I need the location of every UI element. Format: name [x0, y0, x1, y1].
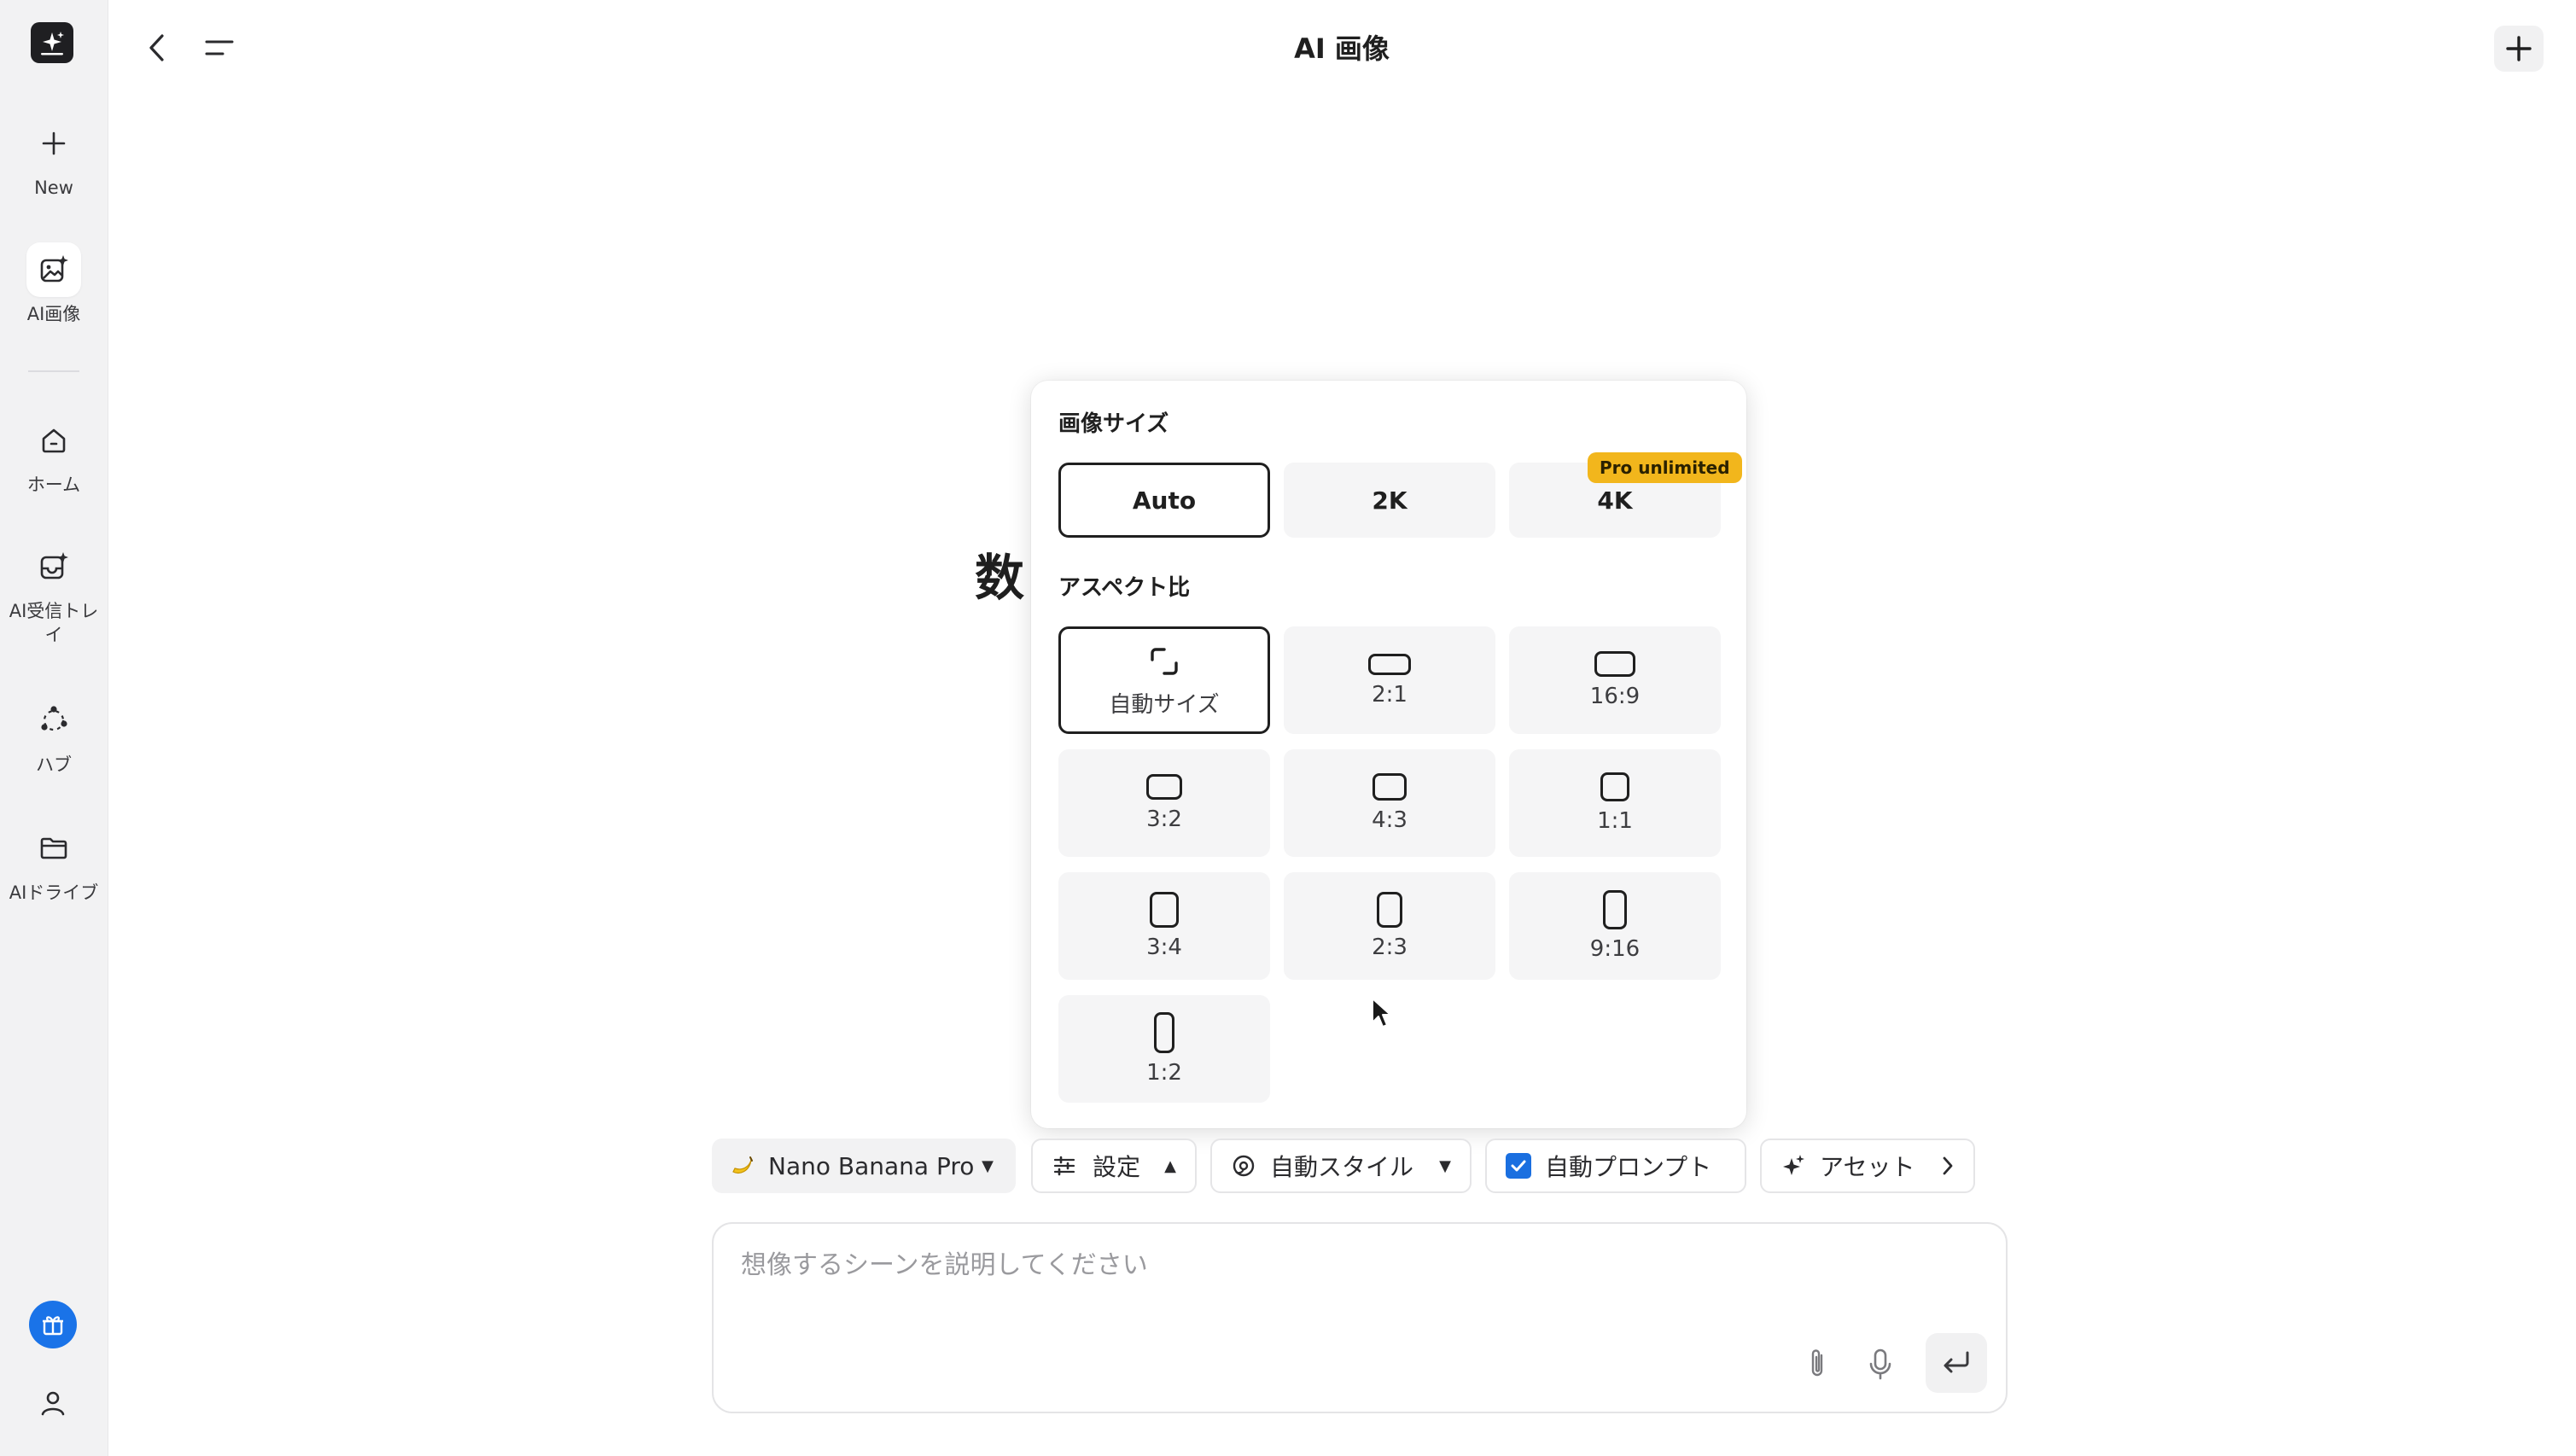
gift-icon[interactable] — [29, 1301, 77, 1348]
sidebar-item-hub[interactable]: ハブ — [0, 693, 108, 777]
ratio-option-auto[interactable]: 自動サイズ — [1058, 626, 1270, 734]
settings-button[interactable]: 設定 ▲ — [1031, 1139, 1197, 1193]
auto-resize-icon — [1145, 643, 1183, 680]
attach-button[interactable] — [1799, 1340, 1837, 1388]
caret-down-icon: ▼ — [1439, 1156, 1451, 1175]
caret-up-icon: ▲ — [1164, 1156, 1176, 1175]
sidebar-item-ai-image[interactable]: AI画像 — [0, 242, 108, 326]
sidebar-divider — [28, 370, 79, 372]
ratio-option-label: 1:1 — [1597, 808, 1633, 834]
assets-button[interactable]: アセット — [1760, 1139, 1975, 1193]
banana-icon — [729, 1153, 755, 1179]
auto-prompt-toggle[interactable]: 自動プロンプト — [1485, 1139, 1746, 1193]
enter-icon — [1940, 1349, 1973, 1377]
ratio-9-16-icon — [1603, 890, 1627, 929]
ratio-option-label: 2:3 — [1372, 935, 1407, 960]
mouse-cursor-icon — [1371, 997, 1393, 1029]
model-name: Nano Banana Pro — [768, 1151, 975, 1180]
image-size-title: 画像サイズ — [1058, 411, 1169, 437]
auto-prompt-label: 自動プロンプト — [1545, 1153, 1712, 1181]
ratio-option-label: 1:2 — [1146, 1060, 1182, 1086]
ratio-option-1-2[interactable]: 1:2 — [1058, 995, 1270, 1103]
prompt-box — [712, 1222, 2008, 1413]
ratio-4-3-icon — [1373, 773, 1407, 801]
send-button[interactable] — [1926, 1333, 1987, 1393]
sidebar-item-ai-drive[interactable]: AIドライブ — [0, 821, 108, 905]
assets-label: アセット — [1820, 1153, 1915, 1181]
aspect-ratio-title: アスペクト比 — [1058, 575, 1191, 601]
microphone-icon — [1868, 1347, 1893, 1381]
pro-unlimited-badge: Pro unlimited — [1588, 452, 1742, 483]
ratio-option-label: 2:1 — [1372, 681, 1407, 708]
folder-icon — [26, 821, 81, 876]
ratio-option-4-3[interactable]: 4:3 — [1284, 749, 1495, 857]
ratio-option-1-1[interactable]: 1:1 — [1509, 749, 1721, 857]
caret-down-icon: ▼ — [982, 1156, 994, 1175]
style-select-button[interactable]: 自動スタイル ▼ — [1210, 1139, 1472, 1193]
ratio-option-16-9[interactable]: 16:9 — [1509, 626, 1721, 734]
style-label: 自動スタイル — [1270, 1153, 1414, 1181]
ratio-3-2-icon — [1146, 774, 1182, 800]
hub-icon — [26, 693, 81, 748]
sidebar-item-home[interactable]: ホーム — [0, 413, 108, 497]
auto-prompt-checkbox[interactable] — [1506, 1153, 1531, 1179]
ratio-option-label: 3:4 — [1146, 935, 1182, 960]
sidebar-item-label: AI画像 — [26, 304, 81, 324]
sidebar-item-label: ホーム — [26, 475, 81, 495]
ratio-option-label: 自動サイズ — [1109, 691, 1220, 718]
sidebar-item-label: AI受信トレイ — [9, 601, 99, 645]
sidebar: New AI画像 ホーム AI受信トレイ ハブ AIドライブ — [0, 0, 108, 1456]
sparkle-icon — [1780, 1153, 1806, 1179]
ai-image-icon — [26, 242, 81, 297]
sidebar-item-label: New — [34, 178, 73, 198]
menu-icon — [204, 37, 235, 59]
ratio-1-2-icon — [1154, 1012, 1174, 1053]
ratio-option-label: 3:2 — [1146, 807, 1182, 832]
ratio-option-3-2[interactable]: 3:2 — [1058, 749, 1270, 857]
back-button[interactable] — [140, 31, 174, 65]
hero-heading: 数 — [975, 549, 1025, 607]
ratio-option-label: 9:16 — [1589, 936, 1641, 962]
model-select-button[interactable]: Nano Banana Pro ▼ — [712, 1139, 1016, 1193]
ratio-option-3-4[interactable]: 3:4 — [1058, 872, 1270, 980]
ratio-option-2-1[interactable]: 2:1 — [1284, 626, 1495, 734]
page-title: AI 画像 — [1294, 32, 1390, 65]
user-profile-icon[interactable] — [34, 1384, 72, 1422]
palette-icon — [1231, 1153, 1256, 1179]
sidebar-item-label: ハブ — [36, 754, 72, 775]
size-option-label: 2K — [1372, 486, 1407, 515]
ratio-option-2-3[interactable]: 2:3 — [1284, 872, 1495, 980]
ratio-2-1-icon — [1368, 653, 1411, 675]
sidebar-item-new[interactable]: New — [0, 116, 108, 200]
voice-input-button[interactable] — [1859, 1340, 1902, 1388]
app-logo-icon[interactable] — [31, 22, 73, 63]
size-option-2k[interactable]: 2K — [1284, 463, 1495, 538]
ratio-3-4-icon — [1150, 892, 1179, 928]
size-option-auto[interactable]: Auto — [1058, 463, 1270, 538]
inbox-icon — [26, 539, 81, 594]
sliders-icon — [1052, 1153, 1077, 1179]
paperclip-icon — [1808, 1347, 1828, 1381]
prompt-input[interactable] — [739, 1243, 1938, 1287]
size-option-label: Auto — [1132, 486, 1197, 515]
size-option-label: 4K — [1597, 486, 1633, 515]
chevron-left-icon — [147, 32, 167, 63]
sidebar-item-label: AIドライブ — [9, 882, 99, 903]
ratio-1-1-icon — [1600, 772, 1629, 801]
settings-label: 設定 — [1093, 1153, 1141, 1181]
ratio-option-9-16[interactable]: 9:16 — [1509, 872, 1721, 980]
ratio-16-9-icon — [1594, 651, 1635, 677]
ratio-option-label: 16:9 — [1589, 684, 1641, 709]
new-chat-button[interactable] — [2494, 26, 2544, 72]
plus-icon — [26, 116, 81, 171]
plus-icon — [2504, 34, 2533, 63]
ratio-option-label: 4:3 — [1372, 807, 1407, 833]
ratio-2-3-icon — [1377, 892, 1402, 928]
sidebar-item-inbox[interactable]: AI受信トレイ — [0, 539, 108, 647]
home-icon — [26, 413, 81, 468]
menu-button[interactable] — [201, 31, 237, 65]
chevron-right-icon — [1941, 1155, 1955, 1177]
